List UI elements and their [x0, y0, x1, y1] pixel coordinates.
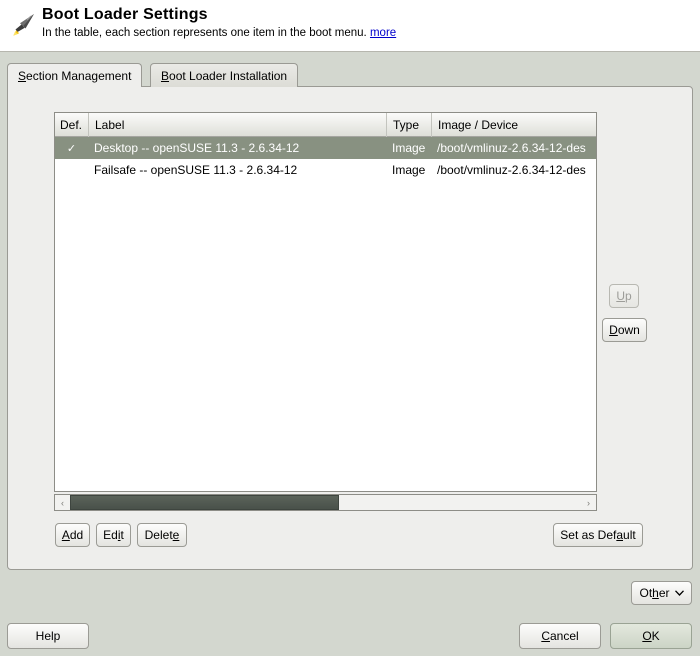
scroll-left-arrow-icon[interactable]: ‹: [55, 495, 70, 510]
move-up-mnemonic: U: [616, 289, 625, 303]
cancel-button[interactable]: Cancel: [519, 623, 601, 649]
edit-label-pre: Ed: [103, 528, 118, 542]
tab-section-management-label: ection Management: [26, 69, 132, 83]
table-row[interactable]: ✓ Desktop -- openSUSE 11.3 - 2.6.34-12 I…: [55, 137, 596, 159]
other-menu-button[interactable]: Other: [631, 581, 692, 605]
row-type: Image: [392, 141, 426, 155]
check-icon: ✓: [66, 143, 77, 155]
column-header-image-device[interactable]: Image / Device: [431, 112, 596, 137]
ok-button[interactable]: OK: [610, 623, 692, 649]
tab-bar: Section Management Boot Loader Installat…: [7, 63, 693, 87]
table-horizontal-scrollbar[interactable]: ‹ ›: [54, 494, 597, 511]
scroll-right-arrow-icon[interactable]: ›: [581, 495, 596, 510]
row-default-marker: ✓: [55, 137, 88, 159]
tab-boot-loader-installation-label: oot Loader Installation: [169, 69, 288, 83]
ok-label: K: [651, 629, 660, 643]
help-button[interactable]: Help: [7, 623, 89, 649]
column-header-def[interactable]: Def.: [55, 113, 88, 137]
sections-table[interactable]: Def. Label Type Image / Device ✓ Desktop…: [54, 112, 597, 492]
add-mnemonic: A: [61, 528, 70, 542]
table-row[interactable]: Failsafe -- openSUSE 11.3 - 2.6.34-12 Im…: [55, 159, 596, 181]
move-down-button[interactable]: Down: [602, 318, 647, 342]
chevron-down-icon: [674, 589, 684, 598]
set-as-default-label-post: ult: [623, 528, 636, 542]
scrollbar-thumb[interactable]: [70, 495, 339, 510]
delete-button[interactable]: Delete: [137, 523, 187, 547]
column-header-type[interactable]: Type: [386, 112, 431, 137]
edit-label-post: t: [120, 528, 124, 542]
add-button[interactable]: Add: [55, 523, 90, 547]
row-label: Failsafe -- openSUSE 11.3 - 2.6.34-12: [94, 163, 298, 177]
set-as-default-button[interactable]: Set as Default: [553, 523, 643, 547]
tab-section-management[interactable]: Section Management: [7, 63, 143, 87]
delete-mnemonic: e: [172, 528, 180, 542]
tab-boot-loader-installation-mnemonic: B: [161, 69, 170, 83]
ok-mnemonic: O: [642, 629, 652, 643]
edit-button[interactable]: Edit: [96, 523, 131, 547]
other-menu-mnemonic: h: [652, 586, 659, 600]
table-header-row: Def. Label Type Image / Device: [55, 112, 596, 137]
move-up-button[interactable]: Up: [609, 284, 639, 308]
move-down-label: own: [617, 323, 640, 337]
dialog-header: Boot Loader Settings In the table, each …: [0, 0, 700, 52]
delete-label-pre: Delet: [144, 528, 173, 542]
set-as-default-mnemonic: a: [616, 528, 624, 542]
yast-rocket-icon: [4, 4, 42, 48]
cancel-label: ancel: [549, 629, 579, 643]
row-type: Image: [392, 163, 426, 177]
row-label: Desktop -- openSUSE 11.3 - 2.6.34-12: [94, 141, 300, 155]
page-subtitle: In the table, each section represents on…: [42, 26, 396, 41]
row-default-marker: [55, 159, 88, 181]
scrollbar-track[interactable]: [70, 495, 581, 510]
cancel-mnemonic: C: [541, 629, 550, 643]
set-as-default-label-pre: Set as Def: [560, 528, 617, 542]
header-text-block: Boot Loader Settings In the table, each …: [42, 5, 396, 41]
page-subtitle-text: In the table, each section represents on…: [42, 27, 367, 39]
add-label: dd: [69, 528, 84, 542]
page-title: Boot Loader Settings: [42, 6, 208, 23]
other-menu-text: Other: [639, 586, 670, 600]
more-link[interactable]: more: [370, 27, 396, 39]
tab-section-management-mnemonic: S: [18, 69, 27, 83]
move-down-mnemonic: D: [609, 323, 618, 337]
row-image-device: /boot/vmlinuz-2.6.34-12-des: [437, 163, 586, 177]
tab-boot-loader-installation[interactable]: Boot Loader Installation: [150, 63, 299, 87]
move-up-label: p: [624, 289, 632, 303]
row-image-device: /boot/vmlinuz-2.6.34-12-des: [437, 141, 586, 155]
column-header-label[interactable]: Label: [88, 112, 386, 137]
